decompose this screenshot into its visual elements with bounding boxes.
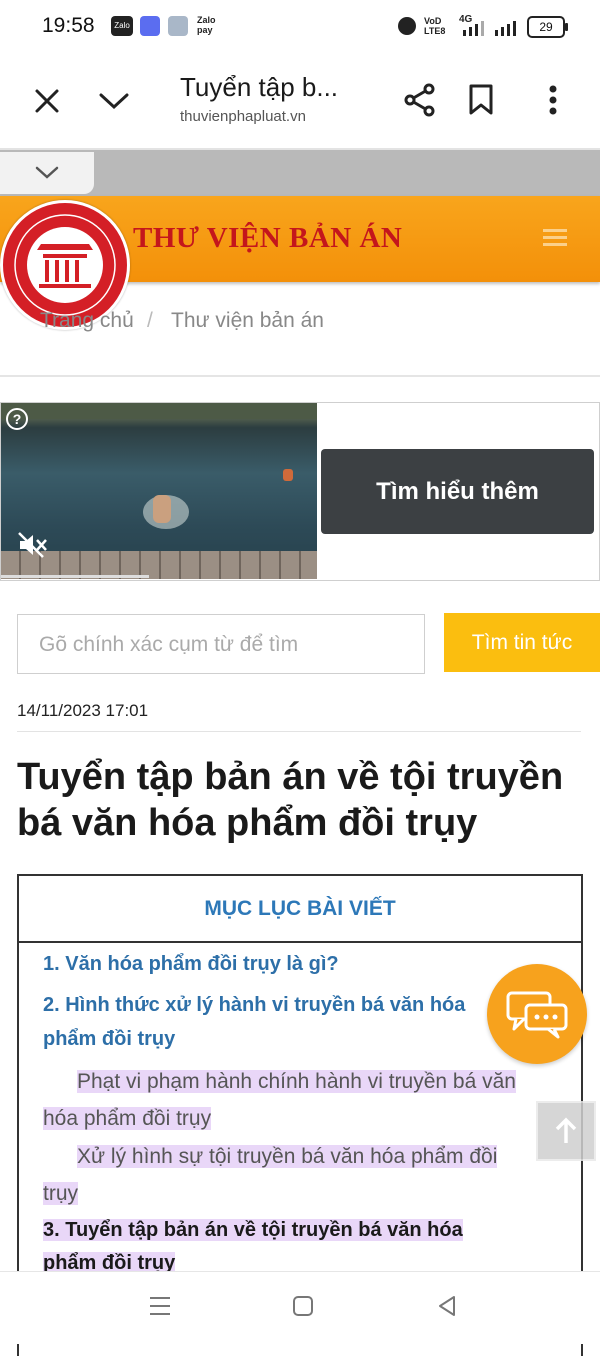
ad-cta-button[interactable]: Tìm hiểu thêm — [321, 449, 594, 534]
divider — [0, 375, 600, 377]
more-menu-icon[interactable] — [536, 80, 570, 120]
zalo-icon: Zalo — [111, 16, 133, 36]
mute-icon[interactable] — [18, 532, 48, 563]
network-label: VoD LTE8 — [424, 16, 446, 36]
ad-horizon — [1, 403, 317, 419]
zalopay-icon: Zalo pay — [197, 15, 216, 35]
divider — [17, 731, 581, 732]
swimmer — [153, 495, 171, 523]
page-url[interactable]: thuvienphapluat.vn — [180, 108, 306, 125]
home-icon[interactable] — [292, 1295, 314, 1322]
page-title: Tuyển tập b... — [180, 72, 339, 102]
breadcrumb-home[interactable]: Trang chủ — [40, 309, 134, 333]
help-icon[interactable]: ? — [6, 408, 28, 430]
recent-apps-icon[interactable] — [148, 1295, 172, 1322]
collapse-toolbar-button[interactable] — [0, 152, 94, 194]
toc-item-2[interactable]: 2. Hình thức xử lý hành vi truyền bá văn… — [43, 989, 465, 1022]
toc-subitem-1-line2: hóa phẩm đồi trụy — [43, 1107, 212, 1130]
status-bar: 19:58 Zalo Zalo pay VoD LTE8 4G 29 — [0, 0, 600, 52]
chat-icon — [506, 991, 568, 1039]
article-title: Tuyển tập bản án về tội truyền bá văn hó… — [17, 756, 564, 844]
status-time: 19:58 — [42, 14, 95, 37]
message-icon — [168, 16, 188, 36]
toc-subitem-2-line2: trụy — [43, 1182, 79, 1205]
cloud-icon — [140, 16, 160, 36]
breadcrumb-separator: / — [147, 309, 153, 332]
video-progress — [1, 575, 149, 578]
toc-subitem-2-line1: Xử lý hình sự tội truyền bá văn hóa phẩm… — [77, 1145, 498, 1168]
battery-icon: 29 — [527, 16, 568, 38]
signal-icon — [463, 21, 516, 36]
search-button[interactable]: Tìm tin tức — [444, 613, 600, 672]
share-icon[interactable] — [400, 80, 440, 120]
site-title[interactable]: THƯ VIỆN BẢN ÁN — [133, 222, 402, 255]
buoy — [283, 469, 293, 481]
arrow-up-icon — [555, 1117, 577, 1143]
toc-subitem-2[interactable]: Xử lý hình sự tội truyền bá văn hóa phẩm… — [43, 1138, 563, 1212]
toc-item-3-line1: 3. Tuyển tập bản án về tội truyền bá văn… — [43, 1219, 463, 1241]
back-to-top-button[interactable] — [536, 1101, 596, 1161]
toc-subitem-1[interactable]: Phạt vi phạm hành chính hành vi truyền b… — [43, 1063, 563, 1137]
bookmark-icon[interactable] — [462, 80, 500, 120]
chat-button[interactable] — [487, 964, 587, 1064]
alarm-icon — [398, 17, 416, 35]
ad-video[interactable]: ? — [1, 403, 317, 579]
toc-subitem-1-line1: Phạt vi phạm hành chính hành vi truyền b… — [77, 1070, 516, 1093]
toc-item-1[interactable]: 1. Văn hóa phẩm đồi trụy là gì? — [43, 948, 339, 981]
back-icon[interactable] — [436, 1295, 458, 1322]
close-icon[interactable] — [28, 82, 66, 120]
search-input[interactable]: Gõ chính xác cụm từ để tìm — [17, 614, 425, 674]
hamburger-menu-icon[interactable] — [538, 222, 572, 252]
toc-item-2-cont[interactable]: phẩm đồi trụy — [43, 1023, 175, 1056]
toc-heading: MỤC LỤC BÀI VIẾT — [19, 876, 581, 943]
chevron-down-icon[interactable] — [94, 82, 134, 120]
breadcrumb-current[interactable]: Thư viện bản án — [171, 309, 324, 333]
article-date: 14/11/2023 17:01 — [17, 701, 149, 720]
